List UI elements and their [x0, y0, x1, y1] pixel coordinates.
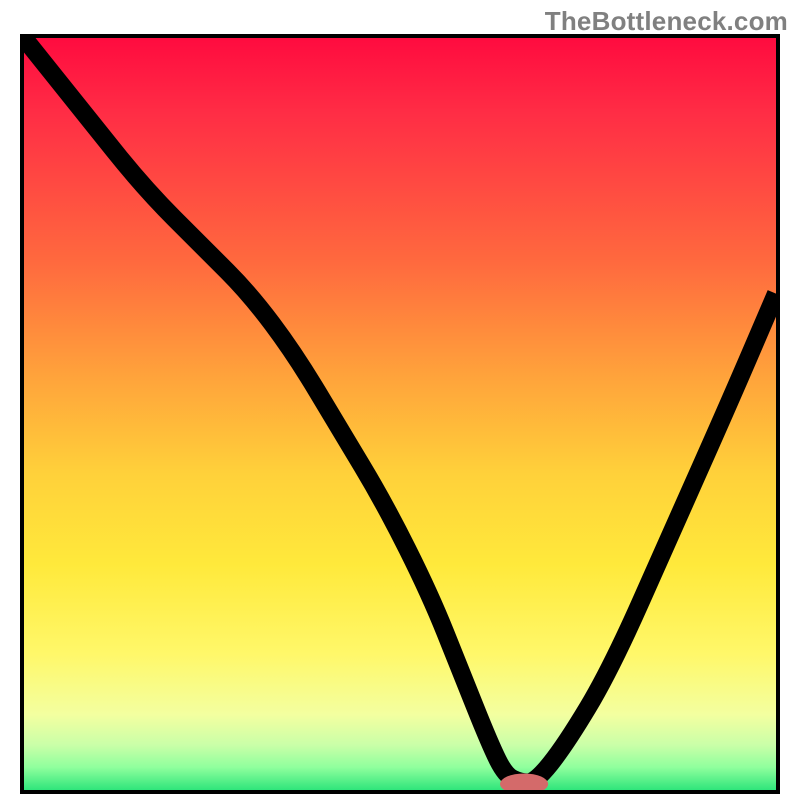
watermark-text: TheBottleneck.com: [545, 6, 788, 37]
chart-stage: TheBottleneck.com: [0, 0, 800, 800]
bottleneck-curve-svg: [24, 38, 776, 790]
bottleneck-curve-path: [24, 38, 776, 782]
plot-area: [20, 34, 780, 794]
